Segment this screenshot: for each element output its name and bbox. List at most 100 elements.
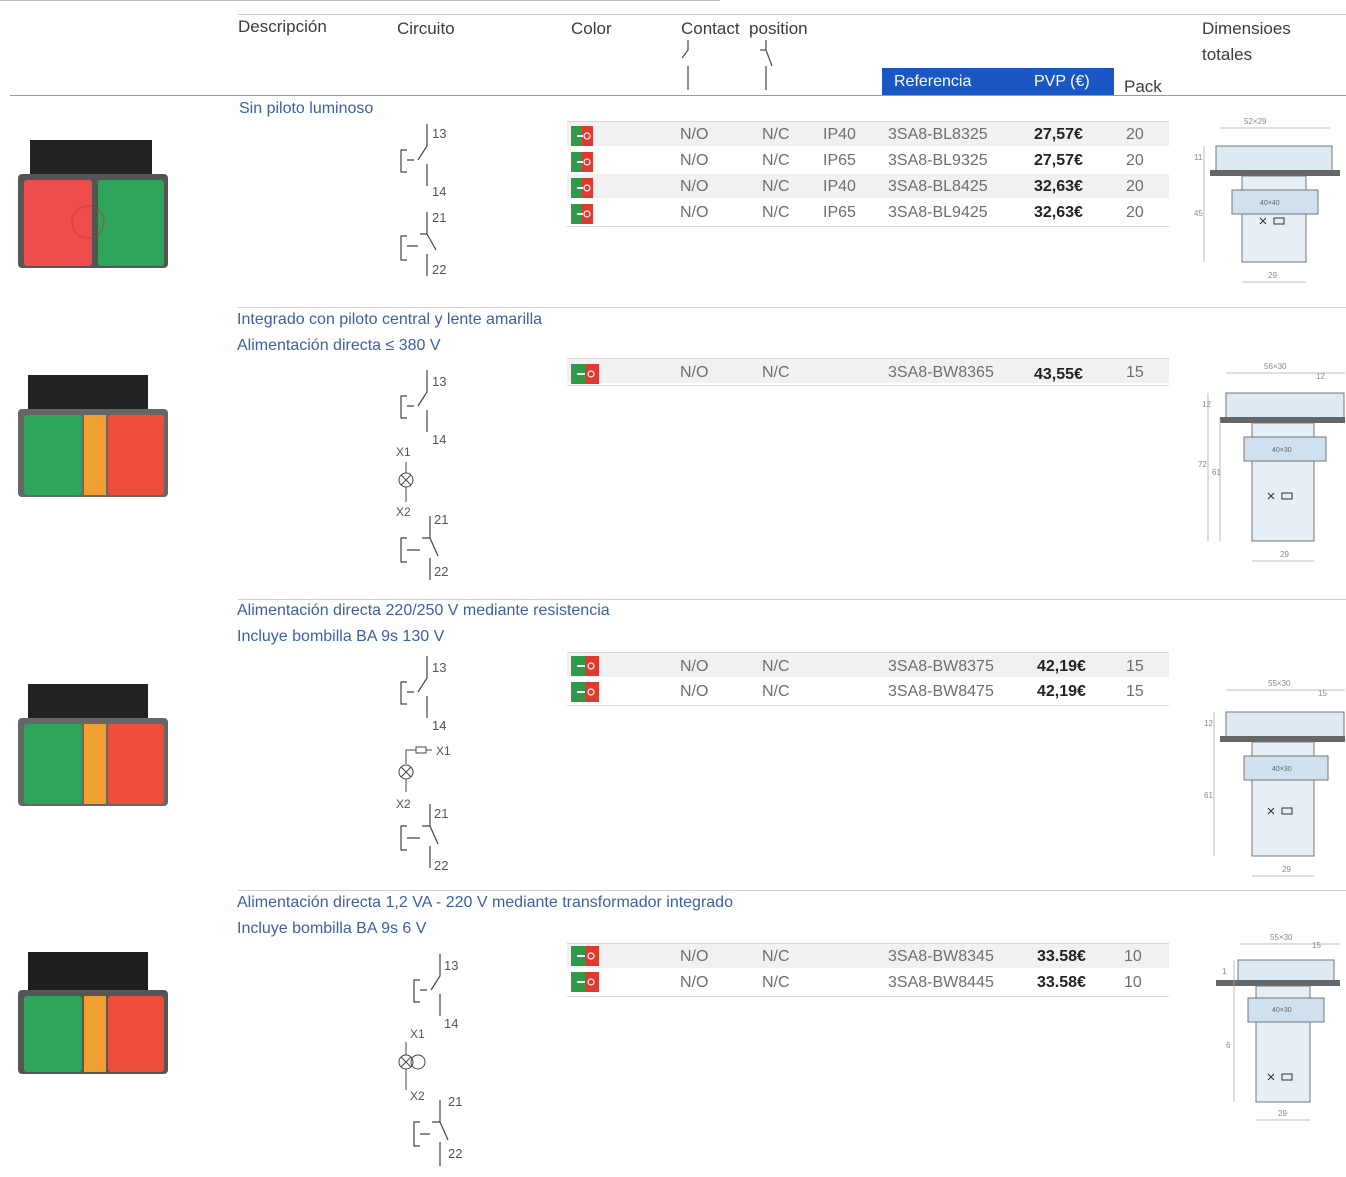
dim-label: 6 [1226,1041,1231,1050]
dim-label: 29 [1278,1109,1287,1118]
section-3-subtitle: Incluye bombilla BA 9s 130 V [237,628,445,645]
cell-nc: N/C [762,974,790,991]
dim-label: 55×30 [1270,933,1293,942]
cell-ip: IP65 [823,152,856,169]
dim-label: 40×40 [1260,200,1280,207]
cell-price: 27,57€ [1034,152,1083,169]
contact-symbols [681,40,773,90]
product-photo-3 [18,684,170,814]
circuit-label: 22 [448,1146,462,1161]
cell-pack: 20 [1126,204,1144,221]
section-4-subtitle: Incluye bombilla BA 9s 6 V [237,920,427,937]
circuit-label: 22 [434,858,448,873]
cell-ref: 3SA8-BW8445 [888,974,994,991]
dim-label: 72 [1198,460,1207,469]
color-swatch-icon [571,126,593,146]
header-circuito: Circuito [397,19,455,38]
cell-pack: 20 [1126,126,1144,143]
dim-label: 40×30 [1272,766,1292,773]
circuit-label: 22 [434,564,448,579]
circuit-label: 14 [444,1016,458,1031]
header-bottom-rule [10,95,1346,96]
cell-nc: N/C [762,364,790,381]
section-2-title: Integrado con piloto central y lente ama… [237,311,543,328]
cell-price: 33.58€ [1037,974,1086,991]
circuit-label: X2 [396,505,411,519]
circuit-label: 13 [432,374,446,389]
cell-no: N/O [680,364,709,381]
circuit-label: 14 [432,718,446,733]
section-divider [238,890,1346,891]
cell-nc: N/C [762,204,790,221]
cell-nc: N/C [762,658,790,675]
cell-price: 32,63€ [1034,178,1083,195]
dim-label: 11 [1194,153,1203,162]
cell-ref: 3SA8-BW8375 [888,658,994,675]
cell-ref: 3SA8-BW8365 [888,364,994,381]
color-swatch-icon [571,682,599,702]
circuit-label: 13 [432,660,446,675]
dim-label: 45 [1194,209,1203,218]
circuit-label: X1 [436,744,451,758]
product-photo-1 [18,140,170,270]
dim-label: 1 [1222,967,1227,976]
dim-label: 40×30 [1272,447,1292,454]
cell-nc: N/C [762,152,790,169]
top-rule [0,0,720,1]
header-color: Color [571,19,612,38]
dim-label: 56×30 [1264,362,1287,371]
circuit-diagram-3: 13 14 X1 X2 21 22 [392,652,472,879]
color-swatch-icon [571,178,593,198]
header-referencia: Referencia [894,73,972,90]
cell-ref: 3SA8-BL9325 [888,152,988,169]
dim-label: 52×29 [1244,117,1267,126]
cell-price: 33.58€ [1037,948,1086,965]
section-3-title: Alimentación directa 220/250 V mediante … [237,602,610,619]
header-pvp: PVP (€) [1034,73,1090,90]
dimension-drawing-1: 52×29 40×40 29 11 45 [1190,112,1345,297]
circuit-label: 14 [432,432,446,447]
color-swatch-icon [571,946,599,966]
circuit-label: 21 [448,1094,462,1109]
cell-no: N/O [680,658,709,675]
cell-pack: 15 [1126,683,1144,700]
color-swatch-icon [571,204,593,224]
dim-label: 15 [1312,941,1321,950]
table-bottom-rule [567,705,1169,706]
section-2-subtitle: Alimentación directa ≤ 380 V [237,337,441,354]
table-bottom-rule [567,226,1169,227]
color-swatch-icon [571,972,599,992]
circuit-label: 21 [432,210,446,225]
cell-pack: 10 [1124,948,1142,965]
cell-price: 32,63€ [1034,204,1083,221]
section-divider [238,599,1346,600]
circuit-label: 21 [434,806,448,821]
circuit-label: X1 [410,1027,425,1041]
cell-pack: 10 [1124,974,1142,991]
dim-label: 12 [1202,400,1211,409]
cell-no: N/O [680,126,709,143]
color-swatch-icon [571,364,599,384]
product-photo-4 [18,952,170,1082]
circuit-label: 13 [444,958,458,973]
dim-label: 29 [1280,550,1289,559]
cell-no: N/O [680,948,709,965]
cell-ref: 3SA8-BL8425 [888,178,988,195]
cell-price: 42,19€ [1037,658,1086,675]
cell-no: N/O [680,178,709,195]
color-swatch-icon [571,656,599,676]
product-photo-2 [18,375,170,505]
table-bottom-rule [567,385,1169,386]
section-4-title: Alimentación directa 1,2 VA - 220 V medi… [237,894,733,911]
cell-no: N/O [680,683,709,700]
cell-pack: 20 [1126,178,1144,195]
cell-ip: IP40 [823,178,856,195]
circuit-label: X1 [396,445,411,459]
cell-ref: 3SA8-BW8475 [888,683,994,700]
cell-price: 42,19€ [1037,683,1086,700]
header-totales: totales [1202,45,1253,64]
cell-price: 43,55€ [1034,366,1083,383]
dim-label: 29 [1268,271,1277,280]
color-swatch-icon [571,152,593,172]
dimension-drawing-3: 55×30 15 40×30 29 12 61 [1190,672,1345,887]
